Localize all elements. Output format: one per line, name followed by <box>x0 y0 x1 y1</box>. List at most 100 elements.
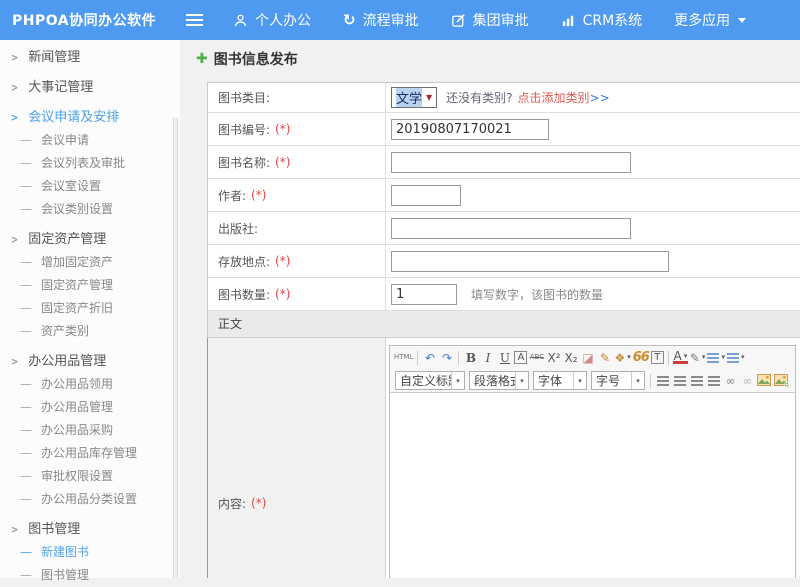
align-left-button[interactable] <box>655 372 670 389</box>
html-source-button[interactable]: HTML <box>394 349 413 366</box>
dash-icon: — <box>20 568 32 582</box>
bordered-text-button[interactable]: A <box>514 351 527 364</box>
sidebar-item-18[interactable]: —办公用品分类设置 <box>0 488 180 511</box>
field-label: 图书数量: <box>218 286 270 303</box>
caret-down-icon: ▾ <box>573 372 586 389</box>
nav-group-approval[interactable]: 集团审批 <box>451 10 529 30</box>
sidebar-item-label: 固定资产折旧 <box>41 301 113 315</box>
required-marker: (*) <box>275 155 290 169</box>
sidebar-item-13[interactable]: —办公用品领用 <box>0 373 180 396</box>
sidebar-item-20[interactable]: —新建图书 <box>0 541 180 564</box>
align-center-button-icon <box>674 376 686 386</box>
sidebar-item-3[interactable]: —会议申请 <box>0 129 180 152</box>
bold-button[interactable]: B <box>463 349 478 366</box>
sidebar-group-7[interactable]: >固定资产管理 <box>0 228 180 251</box>
nav-crm-system[interactable]: CRM系统 <box>561 10 643 30</box>
align-center-button[interactable] <box>672 372 687 389</box>
format-painter-icon[interactable]: ❖▾ <box>614 349 630 366</box>
nav-more-apps[interactable]: 更多应用 <box>674 10 746 30</box>
top-navigation: 个人办公 ↻流程审批 集团审批 CRM系统 更多应用 <box>233 10 778 30</box>
underline-button[interactable]: U <box>497 349 512 366</box>
book-name-input[interactable] <box>391 152 631 173</box>
book-quantity-input[interactable] <box>391 284 457 305</box>
paste-text-icon[interactable]: T <box>651 351 664 364</box>
sidebar-item-label: 办公用品管理 <box>28 354 106 369</box>
sidebar-item-8[interactable]: —增加固定资产 <box>0 251 180 274</box>
caret-down-icon: ▾ <box>515 372 528 389</box>
sidebar: >新闻管理>大事记管理>会议申请及安排—会议申请—会议列表及审批—会议室设置—会… <box>0 40 180 578</box>
add-category-link[interactable]: 点击添加类别 <box>518 89 590 106</box>
align-right-button[interactable] <box>689 372 704 389</box>
font-size-dropdown[interactable]: 字号▾ <box>591 371 645 390</box>
form-row-book-code: 图书编号:(*) <box>208 113 800 146</box>
publisher-input[interactable] <box>391 218 631 239</box>
category-select[interactable]: 文学 ▼ <box>391 87 437 108</box>
sidebar-item-10[interactable]: —固定资产折旧 <box>0 297 180 320</box>
add-category-link-arrows[interactable]: >> <box>590 91 610 105</box>
select-caret-icon: ▼ <box>426 93 432 102</box>
blockquote-button[interactable]: 66 <box>633 349 649 366</box>
sidebar-item-label: 会议申请 <box>41 133 89 147</box>
book-form: 图书类目: 文学 ▼ 还没有类别? 点击添加类别 >> 图书编号:(*)图书名称… <box>207 82 800 578</box>
upload-image-button[interactable] <box>774 372 789 389</box>
storage-location-input[interactable] <box>391 251 669 272</box>
font-family-dropdown[interactable]: 字体▾ <box>533 371 587 390</box>
author-input[interactable] <box>391 185 461 206</box>
sidebar-item-17[interactable]: —审批权限设置 <box>0 465 180 488</box>
italic-button[interactable]: I <box>480 349 495 366</box>
sidebar-group-12[interactable]: > 办公用品管理 <box>0 350 180 373</box>
align-justify-button[interactable] <box>706 372 721 389</box>
sidebar-scrollbar[interactable] <box>173 118 178 578</box>
hamburger-menu-icon[interactable] <box>186 14 203 26</box>
link-button[interactable]: ∞ <box>723 372 738 389</box>
sidebar-item-5[interactable]: —会议室设置 <box>0 175 180 198</box>
chevron-right-icon: > <box>11 350 18 373</box>
sidebar-item-15[interactable]: —办公用品采购 <box>0 419 180 442</box>
sidebar-item-4[interactable]: —会议列表及审批 <box>0 152 180 175</box>
caret-down-icon: ▾ <box>627 354 631 361</box>
custom-title-dropdown[interactable]: 自定义标题▾ <box>395 371 465 390</box>
brush-icon[interactable]: ✎ <box>597 349 612 366</box>
font-color-button[interactable]: A▾ <box>673 351 688 364</box>
sidebar-group-0[interactable]: >新闻管理 <box>0 46 180 69</box>
dash-icon: — <box>20 492 32 506</box>
field-label: 图书类目: <box>218 89 270 106</box>
align-right-button-icon <box>691 376 703 386</box>
redo-button[interactable]: ↷ <box>439 349 454 366</box>
insert-image-button[interactable] <box>757 372 772 389</box>
editor-content-area[interactable] <box>390 393 795 578</box>
form-row-content: 内容: (*) HTML↶↷BIUAABCX²X₂◪✎❖▾66TA▾✎▾▾▾ 自… <box>208 338 800 578</box>
sidebar-item-6[interactable]: —会议类别设置 <box>0 198 180 221</box>
sidebar-item-21[interactable]: —图书管理 <box>0 564 180 587</box>
align-left-button-icon <box>657 376 669 386</box>
sidebar-group-19[interactable]: >图书管理 <box>0 518 180 541</box>
paragraph-format-dropdown[interactable]: 段落格式▾ <box>469 371 529 390</box>
sidebar-item-11[interactable]: —资产类别 <box>0 320 180 343</box>
sidebar-item-16[interactable]: —办公用品库存管理 <box>0 442 180 465</box>
eraser-icon[interactable]: ◪ <box>580 349 595 366</box>
superscript-button[interactable]: X² <box>546 349 561 366</box>
sidebar-group-1[interactable]: >大事记管理 <box>0 76 180 99</box>
unlink-button[interactable]: ∞ <box>740 372 755 389</box>
main-content: ✚ 图书信息发布 图书类目: 文学 ▼ 还没有类别? 点击添加类别 >> 图书编… <box>180 40 800 578</box>
ordered-list-button[interactable]: ▾ <box>707 349 725 366</box>
sidebar-item-label: 审批权限设置 <box>41 469 113 483</box>
undo-button[interactable]: ↶ <box>422 349 437 366</box>
required-marker: (*) <box>251 188 266 202</box>
sidebar-item-14[interactable]: —办公用品管理 <box>0 396 180 419</box>
unordered-list-button[interactable]: ▾ <box>727 349 745 366</box>
strikethrough-button[interactable]: ABC <box>529 349 544 366</box>
editor-toolbar-row2: 自定义标题▾段落格式▾字体▾字号▾ ∞∞ <box>390 369 795 393</box>
sidebar-group-2[interactable]: >会议申请及安排 <box>0 106 180 129</box>
chevron-right-icon: > <box>11 76 18 99</box>
book-code-input[interactable] <box>391 119 549 140</box>
nav-process-approval[interactable]: ↻流程审批 <box>343 10 419 30</box>
dash-icon: — <box>20 156 32 170</box>
sidebar-item-9[interactable]: —固定资产管理 <box>0 274 180 297</box>
highlight-color-button[interactable]: ✎▾ <box>690 349 706 366</box>
dash-icon: — <box>20 446 32 460</box>
subscript-button[interactable]: X₂ <box>563 349 578 366</box>
nav-personal-office[interactable]: 个人办公 <box>233 10 311 30</box>
chevron-right-icon: > <box>11 518 18 541</box>
section-header: 正文 <box>208 311 800 338</box>
